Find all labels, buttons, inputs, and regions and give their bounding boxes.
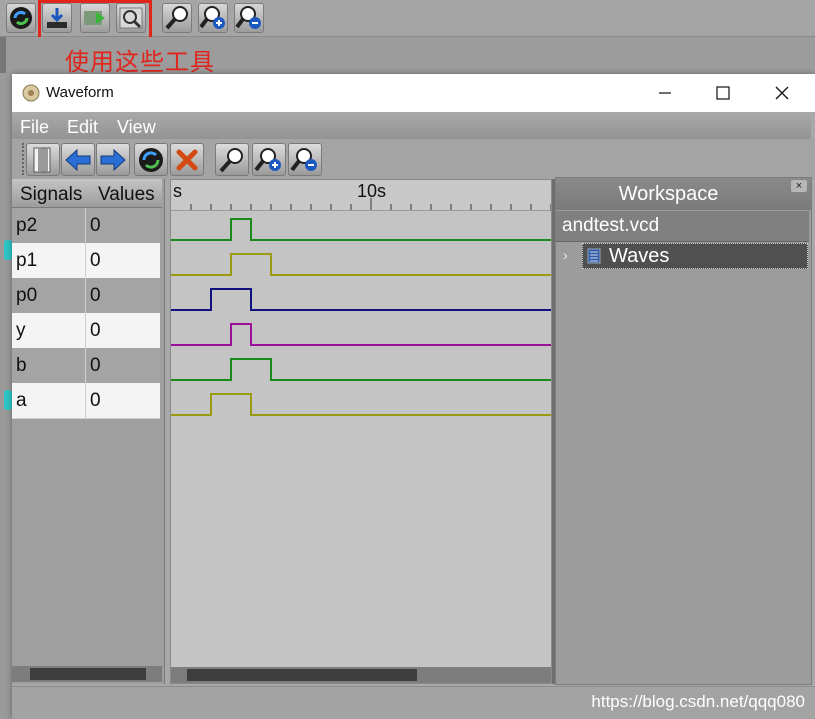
waveform-view[interactable]: s 10s — [170, 179, 552, 684]
maximize-icon — [716, 86, 730, 100]
zoom-button[interactable] — [215, 143, 249, 176]
signal-name: y — [12, 313, 86, 348]
back-arrow-icon — [65, 148, 91, 172]
back-button[interactable] — [61, 143, 95, 176]
menu-view[interactable]: View — [117, 117, 156, 138]
maximize-button[interactable] — [693, 74, 753, 112]
signals-panel: Signals Values p2 0 p1 0 p0 0 y 0 b 0 a … — [12, 179, 165, 684]
exit-button[interactable] — [26, 143, 60, 176]
signal-name: b — [12, 348, 86, 383]
door-exit-icon — [33, 147, 51, 173]
signal-row[interactable]: p1 0 — [12, 243, 160, 279]
close-icon — [775, 86, 789, 100]
signal-name: p1 — [12, 243, 86, 278]
signals-header: Signals Values — [12, 179, 162, 208]
waveform-trace-p2 — [171, 218, 551, 241]
close-button[interactable] — [752, 74, 812, 112]
menu-bar: File Edit View — [12, 112, 811, 139]
zoom-out-button[interactable] — [288, 143, 322, 176]
signal-row[interactable]: y 0 — [12, 313, 160, 349]
scrollbar-thumb[interactable] — [30, 668, 146, 680]
zoom-out-icon — [290, 148, 317, 172]
minimize-button[interactable] — [635, 74, 695, 112]
zoom-icon[interactable] — [162, 3, 192, 33]
forward-button[interactable] — [96, 143, 130, 176]
signals-column-header[interactable]: Signals — [20, 184, 82, 206]
signal-name: a — [12, 383, 86, 418]
window-title: Waveform — [46, 84, 114, 101]
signal-row[interactable]: p0 0 — [12, 278, 160, 314]
reload-button[interactable] — [134, 143, 168, 176]
wave-scrollbar[interactable] — [171, 667, 551, 683]
signal-value: 0 — [90, 215, 101, 236]
minimize-icon — [659, 92, 671, 94]
reload-icon[interactable] — [6, 3, 36, 33]
zoom-in-button[interactable] — [252, 143, 286, 176]
signal-row[interactable]: a 0 — [12, 383, 160, 419]
signal-value: 0 — [90, 285, 101, 306]
status-text: https://blog.csdn.net/qqq080 — [591, 692, 805, 711]
title-bar[interactable]: Waveform — [12, 74, 815, 112]
time-ruler[interactable]: s 10s — [171, 180, 551, 211]
signal-value: 0 — [90, 320, 101, 341]
signal-value: 0 — [90, 250, 101, 271]
workspace-panel: Workspace × andtest.vcd › Waves — [555, 177, 812, 685]
waveform-trace-p1 — [171, 253, 551, 276]
tree-item-label: Waves — [609, 245, 670, 267]
tree-item-waves[interactable]: › Waves — [556, 242, 809, 270]
expand-chevron-icon[interactable]: › — [563, 247, 568, 263]
left-edge-tab[interactable] — [4, 240, 12, 260]
app-icon — [22, 84, 40, 102]
zoom-icon — [219, 148, 243, 173]
signals-scrollbar[interactable] — [12, 666, 162, 682]
annotation-text: 使用这些工具 — [65, 48, 215, 76]
signal-name: p0 — [12, 278, 86, 313]
signal-row[interactable]: b 0 — [12, 348, 160, 384]
waveform-traces — [171, 218, 551, 416]
waveform-trace-y — [171, 323, 551, 346]
waveform-trace-p0 — [171, 288, 551, 311]
values-column-header[interactable]: Values — [98, 184, 155, 206]
signal-value: 0 — [90, 355, 101, 376]
workspace-header: Workspace × — [556, 178, 811, 210]
status-bar: https://blog.csdn.net/qqq080 — [12, 686, 815, 719]
highlight-box — [38, 0, 152, 40]
zoom-in-icon[interactable] — [198, 3, 228, 33]
waveform-trace-b — [171, 358, 551, 381]
time-ruler-ticks — [190, 198, 551, 210]
workspace-file-name: andtest.vcd — [562, 215, 660, 236]
zoom-out-icon[interactable] — [234, 3, 264, 33]
waveform-window: Waveform File Edit View Signals Values p… — [12, 74, 815, 719]
workspace-title: Workspace — [618, 183, 719, 205]
workspace-file-row[interactable]: andtest.vcd — [556, 211, 809, 242]
menu-file[interactable]: File — [20, 117, 49, 138]
menu-edit[interactable]: Edit — [67, 117, 98, 138]
delete-x-icon — [176, 149, 198, 171]
reload-icon — [139, 148, 163, 172]
left-edge-tab[interactable] — [4, 390, 12, 410]
waveform-toolbar — [12, 139, 815, 179]
forward-arrow-icon — [100, 148, 126, 172]
workspace-close-button[interactable]: × — [791, 180, 807, 192]
waves-list-icon — [587, 248, 601, 264]
waveform-trace-a — [171, 393, 551, 416]
zoom-in-icon — [254, 148, 281, 172]
tree-item-selected[interactable]: Waves — [582, 243, 808, 269]
signal-name: p2 — [12, 208, 86, 243]
delete-button[interactable] — [170, 143, 204, 176]
signal-value: 0 — [90, 390, 101, 411]
scrollbar-thumb[interactable] — [187, 669, 417, 681]
signal-row[interactable]: p2 0 — [12, 208, 160, 244]
